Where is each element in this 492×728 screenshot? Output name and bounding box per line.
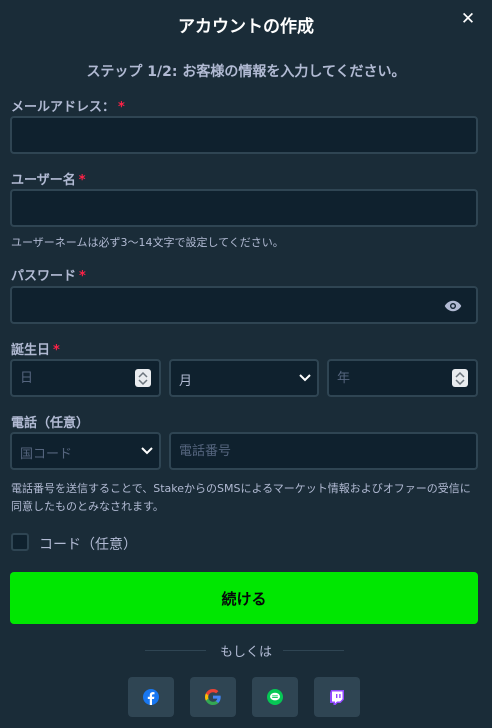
- required-mark: *: [53, 343, 60, 358]
- chevron-down-icon: [141, 447, 153, 455]
- password-field[interactable]: [10, 286, 478, 324]
- username-label: ユーザー名 *: [11, 173, 86, 188]
- line-login-button[interactable]: [252, 677, 298, 717]
- show-password-icon[interactable]: [444, 299, 462, 313]
- signup-modal: アカウントの作成 ✕ ステップ 1/2: お客様の情報を入力してください。 メー…: [0, 0, 492, 728]
- email-label: メールアドレス： *: [11, 100, 125, 115]
- google-icon: [205, 689, 221, 705]
- phone-number-input[interactable]: [169, 432, 478, 470]
- continue-button[interactable]: 続ける: [10, 572, 478, 624]
- close-icon[interactable]: ✕: [458, 9, 478, 29]
- step-indicator: ステップ 1/2: お客様の情報を入力してください。: [86, 64, 406, 80]
- chevron-down-icon: [299, 374, 311, 382]
- birthdate-label: 誕生日 *: [11, 343, 60, 358]
- facebook-icon: [143, 689, 159, 705]
- country-code-select[interactable]: 国コード: [10, 432, 161, 470]
- sms-consent-text: 電話番号を送信することで、StakeからのSMSによるマーケット情報およびオファ…: [11, 482, 471, 513]
- year-stepper-icon[interactable]: [452, 369, 468, 387]
- required-mark: *: [118, 100, 125, 115]
- code-label[interactable]: コード（任意）: [39, 534, 137, 554]
- divider-line-right: [283, 650, 344, 651]
- twitch-icon: [330, 690, 344, 705]
- day-stepper-icon[interactable]: [135, 369, 151, 387]
- required-mark: *: [78, 173, 86, 188]
- google-login-button[interactable]: [190, 677, 236, 717]
- birth-month-select[interactable]: 月: [169, 359, 319, 397]
- line-icon: [267, 689, 283, 705]
- month-select-value: 月: [179, 374, 193, 389]
- country-code-value: 国コード: [20, 447, 73, 462]
- code-checkbox[interactable]: [11, 533, 29, 551]
- or-divider-text: もしくは: [219, 645, 272, 660]
- phone-label: 電話（任意）: [11, 416, 90, 431]
- twitch-login-button[interactable]: [314, 677, 360, 717]
- username-hint: ユーザーネームは必ず3〜14文字で設定してください。: [11, 236, 284, 249]
- username-field[interactable]: [10, 189, 478, 227]
- email-field[interactable]: [10, 116, 478, 154]
- required-mark: *: [79, 269, 86, 284]
- facebook-login-button[interactable]: [128, 677, 174, 717]
- password-label: パスワード *: [11, 269, 86, 284]
- modal-title: アカウントの作成: [178, 17, 314, 37]
